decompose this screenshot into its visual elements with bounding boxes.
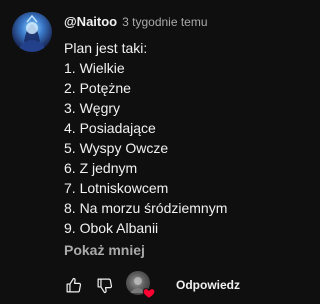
comment-timestamp[interactable]: 3 tygodnie temu (122, 15, 207, 29)
comment-line: 3. Węgry (64, 100, 121, 116)
comment: @Naitoo 3 tygodnie temu Plan jest taki: … (0, 0, 298, 304)
author-name[interactable]: @Naitoo (64, 14, 117, 29)
thumb-up-icon (66, 277, 81, 292)
comment-line: Plan jest taki: (64, 40, 148, 56)
comment-line: 6. Z jednym (64, 160, 138, 176)
reply-button[interactable]: Odpowiedz (176, 278, 240, 292)
thumb-down-icon (97, 278, 112, 293)
comment-line: 5. Wyspy Owcze (64, 140, 169, 156)
comment-line: 1. Wielkie (64, 60, 125, 76)
comment-actions: Odpowiedz (62, 270, 240, 300)
comment-line: 2. Potężne (64, 80, 131, 96)
comment-header: @Naitoo 3 tygodnie temu (64, 14, 208, 29)
avatar-image (20, 14, 44, 52)
author-avatar[interactable] (12, 12, 52, 52)
creator-heart-badge (126, 271, 156, 299)
like-button[interactable] (62, 274, 84, 296)
comment-line: 7. Lotniskowcem (64, 180, 169, 196)
comment-body: Plan jest taki: 1. Wielkie 2. Potężne 3.… (64, 38, 290, 238)
comment-line: 8. Na morzu śródziemnym (64, 200, 228, 216)
show-less-button[interactable]: Pokaż mniej (64, 242, 145, 258)
comment-line: 4. Posiadające (64, 120, 156, 136)
dislike-button[interactable] (93, 274, 115, 296)
comment-line: 9. Obok Albanii (64, 220, 159, 236)
heart-icon (142, 288, 156, 299)
